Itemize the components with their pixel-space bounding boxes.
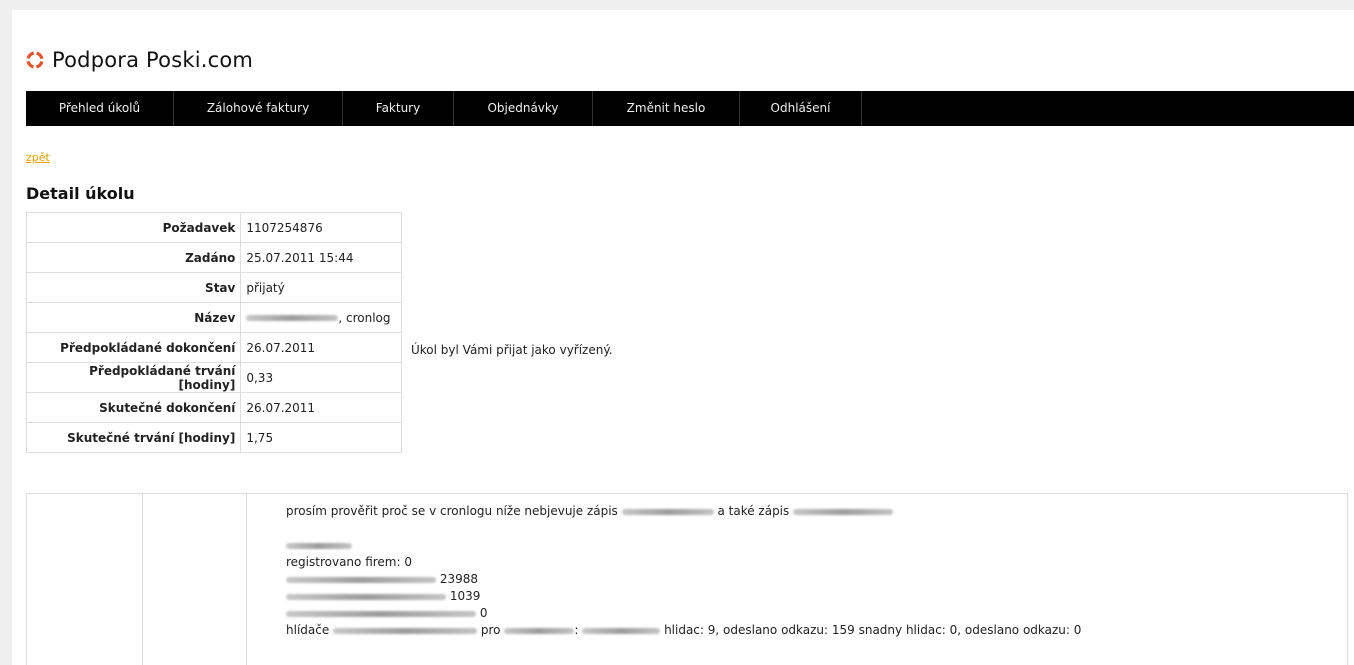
table-row: Skutečné dokončení 26.07.2011 [25,392,402,423]
row-label: Název [25,302,242,333]
table-row: Skutečné trvání [hodiny] 1,75 [25,422,402,453]
row-value: , cronlog [240,302,402,333]
nav-tasks-overview[interactable]: Přehled úkolů [26,91,174,126]
site-title: Podpora Poski.com [52,48,254,72]
nav-invoices[interactable]: Faktury [343,91,454,126]
row-value: 1107254876 [240,212,402,243]
status-note: Úkol byl Vámi přijat jako vyřízený. [411,343,613,357]
page: Podpora Poski.com Přehled úkolů Zálohové… [12,10,1354,665]
redacted-text [582,627,661,634]
comment-line: 1039 [286,588,1081,605]
row-value: 0,33 [240,362,402,393]
nav-advance-invoices[interactable]: Zálohové faktury [174,91,343,126]
comment-line: prosím prověřit proč se v cronlogu níže … [286,503,1081,520]
redacted-text [246,315,339,321]
redacted-text [621,508,714,515]
comment-line: 0 [286,605,1081,622]
row-label: Skutečné trvání [hodiny] [25,422,242,453]
redacted-text [793,508,894,515]
row-label: Požadavek [25,212,242,243]
brand: Podpora Poski.com [26,48,253,72]
page-title: Detail úkolu [26,184,135,203]
comment-line: hlídače pro : hlidac: 9, odeslano odkazu… [286,623,1082,637]
comment-line: 23988 [286,571,1081,588]
table-row: Zadáno 25.07.2011 15:44 [25,242,402,273]
comment-table: prosím prověřit proč se v cronlogu níže … [26,493,1348,665]
redacted-text [286,542,352,549]
redacted-text [286,593,446,600]
title-suffix: , cronlog [338,310,391,325]
comment-author-cell [27,494,143,665]
redacted-text [333,627,478,634]
row-label: Předpokládané dokončení [25,332,242,363]
table-row: Název , cronlog [25,302,402,333]
row-label: Stav [25,272,242,303]
row-value: 25.07.2011 15:44 [240,242,402,273]
comment-text: prosím prověřit proč se v cronlogu níže … [286,503,1081,639]
row-value: 26.07.2011 [240,332,402,363]
table-row: Předpokládané trvání [hodiny] 0,33 [25,362,402,393]
comment-date-cell [142,494,247,665]
table-row: Požadavek 1107254876 [25,212,402,243]
lifebuoy-icon [26,51,44,69]
redacted-text [504,627,575,634]
comment-line: registrovano firem: 0 [286,555,412,569]
nav-logout[interactable]: Odhlášení [740,91,862,126]
comment-line [286,537,1081,554]
row-label: Předpokládané trvání [hodiny] [25,362,242,393]
row-label: Skutečné dokončení [25,392,242,423]
nav-orders[interactable]: Objednávky [454,91,593,126]
redacted-text [286,576,436,583]
nav-change-password[interactable]: Změnit heslo [593,91,740,126]
row-label: Zadáno [25,242,242,273]
redacted-text [286,610,476,617]
back-link[interactable]: zpět [26,151,50,164]
row-value: 1,75 [240,422,402,453]
main-nav: Přehled úkolů Zálohové faktury Faktury O… [26,91,1354,126]
row-value: 26.07.2011 [240,392,402,423]
task-detail-table: Požadavek 1107254876 Zadáno 25.07.2011 1… [25,212,402,453]
table-row: Předpokládané dokončení 26.07.2011 [25,332,402,363]
table-row: Stav přijatý [25,272,402,303]
row-value: přijatý [240,272,402,303]
